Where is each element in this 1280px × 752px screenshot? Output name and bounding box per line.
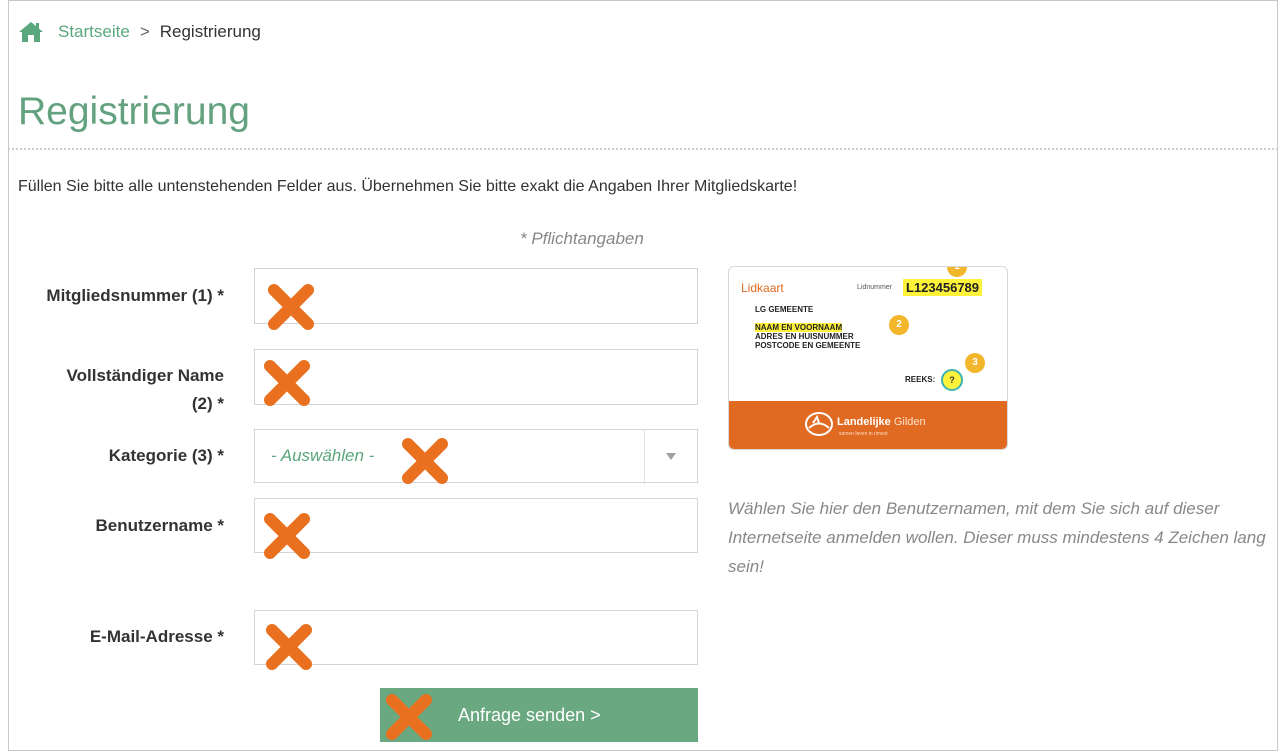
username-help-text: Wählen Sie hier den Benutzernamen, mit d…	[728, 499, 1266, 576]
card-badge-2: 2	[889, 315, 909, 335]
breadcrumb: Startseite > Registrierung	[18, 21, 261, 43]
username-input[interactable]	[254, 498, 698, 553]
chevron-down-icon	[666, 453, 676, 460]
card-badge-3: 3	[965, 353, 985, 373]
full-name-label-line1: Vollständiger Name	[66, 366, 224, 385]
error-x-icon	[402, 438, 448, 484]
error-x-icon	[266, 624, 312, 670]
page-title: Registrierung	[18, 90, 250, 133]
card-lid-number: L123456789	[903, 279, 983, 296]
card-tagline: samen leven in rimest	[839, 431, 888, 437]
card-reeks-value: ?	[941, 369, 963, 391]
submit-button-label: Anfrage senden >	[458, 705, 601, 725]
category-select[interactable]: - Auswählen -	[254, 429, 698, 484]
full-name-input[interactable]	[254, 349, 698, 405]
card-brand: Landelijke Gilden	[837, 416, 926, 428]
category-dropdown-toggle[interactable]	[644, 430, 697, 484]
card-title: Lidkaart	[741, 281, 784, 295]
error-x-icon	[386, 694, 432, 740]
card-line-1: LG GEMEENTE	[755, 305, 814, 314]
card-line-3: ADRES EN HUISNUMMER	[755, 332, 854, 341]
card-brand-light: Gilden	[890, 416, 926, 428]
card-reeks-label: REEKS:	[905, 375, 936, 384]
required-note: * Pflichtangaben	[520, 229, 644, 248]
error-x-icon	[264, 513, 310, 559]
email-label: E-Mail-Adresse *	[89, 627, 224, 646]
member-number-input[interactable]	[254, 268, 698, 324]
error-x-icon	[268, 284, 314, 330]
intro-text: Füllen Sie bitte alle untenstehenden Fel…	[18, 178, 798, 195]
email-input[interactable]	[254, 610, 698, 665]
category-selected-value: - Auswählen -	[271, 446, 375, 465]
home-icon[interactable]	[18, 21, 44, 43]
username-label: Benutzername *	[95, 516, 224, 535]
card-badge-1: 1	[947, 267, 967, 277]
title-divider	[8, 148, 1278, 150]
card-brand-bold: Landelijke	[837, 416, 891, 428]
full-name-label-line2: (2) *	[191, 394, 224, 413]
breadcrumb-current: Registrierung	[159, 22, 261, 41]
member-number-label: Mitgliedsnummer (1) *	[46, 286, 224, 305]
card-lid-label: Lidnummer	[857, 284, 893, 291]
breadcrumb-home-link[interactable]: Startseite	[58, 22, 130, 42]
breadcrumb-separator: >	[139, 22, 150, 41]
card-line-2: NAAM EN VOORNAAM	[755, 323, 843, 332]
landelijke-gilden-logo-icon	[805, 412, 833, 436]
category-label: Kategorie (3) *	[108, 446, 224, 465]
card-footer: Landelijke Gilden samen leven in rimest	[729, 401, 1007, 449]
full-name-label: Vollständiger Name (2) *	[14, 362, 224, 418]
card-line-4: POSTCODE EN GEMEENTE	[755, 341, 861, 350]
error-x-icon	[264, 360, 310, 406]
member-card-image: Lidkaart Lidnummer L123456789 1 LG GEMEE…	[728, 266, 1008, 450]
